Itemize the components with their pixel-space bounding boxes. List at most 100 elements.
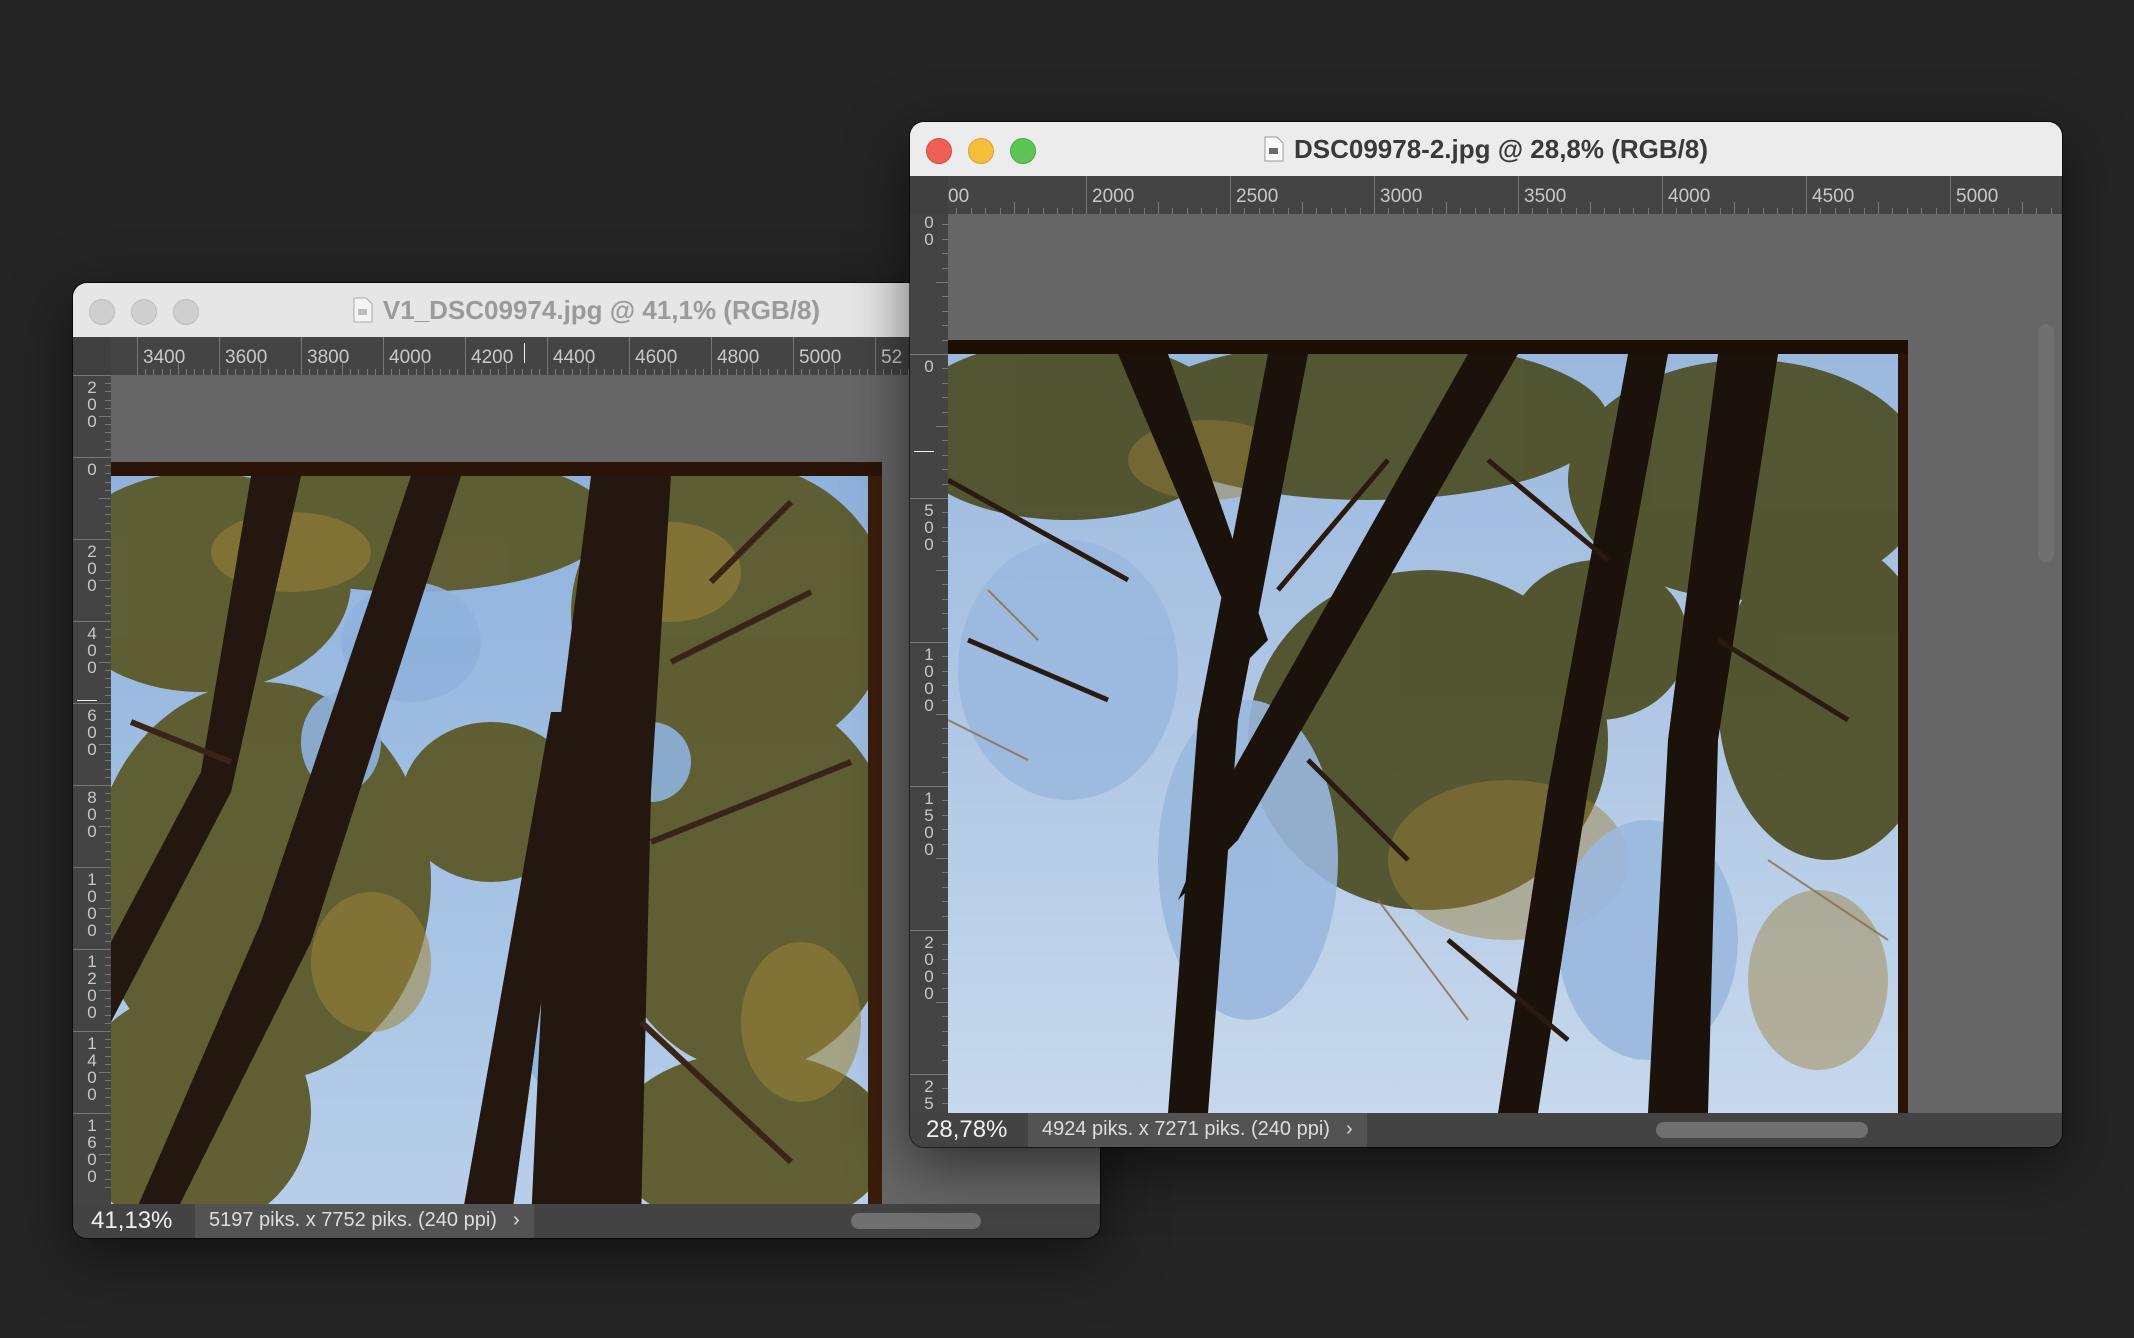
ruler-major-tick	[875, 337, 876, 375]
front-canvas[interactable]	[948, 214, 2062, 1113]
front-window-traffic-lights	[926, 138, 1036, 164]
ruler-minor-tick	[99, 416, 111, 417]
ruler-label: 1500	[924, 789, 934, 859]
ruler-minor-tick	[1734, 202, 1735, 214]
ruler-major-tick	[73, 1113, 111, 1114]
zoom-level[interactable]: 41,13%	[91, 1204, 172, 1238]
ruler-major-tick	[711, 337, 712, 375]
vertical-ruler[interactable]: 200 0 200 400 600 800 1000 1200 1400 1600	[73, 375, 111, 1204]
vertical-ruler[interactable]: 000500100015002000250	[910, 214, 948, 1113]
front-status-bar: 28,78% 4924 piks. x 7271 piks. (240 ppi)…	[910, 1113, 2062, 1147]
ruler-label: 1400	[87, 1034, 97, 1104]
back-window-title: V1_DSC09974.jpg @ 41,1% (RGB/8)	[382, 294, 821, 325]
document-info-text: 5197 piks. x 7752 piks. (240 ppi)	[209, 1209, 497, 1231]
ruler-minor-tick	[2022, 202, 2023, 214]
ruler-minor-tick	[99, 826, 111, 827]
horizontal-scrollbar[interactable]	[851, 1213, 981, 1229]
document-info[interactable]: 5197 piks. x 7752 piks. (240 ppi) ›	[195, 1204, 534, 1238]
ruler-label: 200	[87, 378, 97, 431]
ruler-minor-tick	[834, 363, 835, 375]
ruler-label: 2500	[1236, 186, 1279, 207]
ruler-minor-tick	[936, 282, 948, 283]
ruler-label: 250	[924, 1077, 934, 1113]
tree-photo	[111, 462, 882, 1204]
ruler-major-tick	[1950, 176, 1951, 214]
ruler-major-tick	[465, 337, 466, 375]
ruler-major-tick	[73, 949, 111, 950]
ruler-label: 1600	[87, 1116, 97, 1186]
ruler-label: 600	[87, 706, 97, 759]
document-image	[948, 340, 1908, 1113]
zoom-button[interactable]	[173, 299, 199, 325]
ruler-major-tick	[910, 930, 948, 931]
ruler-label: 400	[87, 624, 97, 677]
ruler-minor-tick	[752, 363, 753, 375]
ruler-major-tick	[301, 337, 302, 375]
horizontal-ruler[interactable]: 00 2000 2500 3000 3500 4000 4500 5000	[910, 176, 2062, 214]
ruler-minor-tick	[936, 1002, 948, 1003]
ruler-major-tick	[73, 621, 111, 622]
close-button[interactable]	[89, 299, 115, 325]
ruler-label: 200	[87, 542, 97, 595]
ruler-label: 3000	[1380, 186, 1423, 207]
document-icon	[1264, 136, 1284, 162]
ruler-label: 0	[924, 357, 934, 376]
minimize-button[interactable]	[968, 138, 994, 164]
ruler-major-tick	[910, 498, 948, 499]
ruler-minor-tick	[1590, 202, 1591, 214]
ruler-label: 00	[924, 214, 934, 249]
ruler-minor-tick	[1014, 202, 1015, 214]
ruler-origin[interactable]	[910, 176, 948, 214]
ruler-cursor-marker	[914, 451, 934, 452]
ruler-major-tick	[910, 354, 948, 355]
ruler-minor-tick	[936, 570, 948, 571]
ruler-minor-tick	[506, 363, 507, 375]
ruler-label: 2000	[1092, 186, 1135, 207]
ruler-origin[interactable]	[73, 337, 111, 375]
ruler-label: 1000	[924, 645, 934, 715]
horizontal-scrollbar[interactable]	[1656, 1122, 1868, 1138]
close-button[interactable]	[926, 138, 952, 164]
ruler-major-tick	[793, 337, 794, 375]
ruler-major-tick	[1086, 176, 1087, 214]
ruler-minor-tick	[1446, 202, 1447, 214]
ruler-minor-tick	[1878, 202, 1879, 214]
ruler-major-tick	[910, 1074, 948, 1075]
ruler-minor-tick	[1158, 202, 1159, 214]
ruler-label: 4500	[1812, 186, 1855, 207]
zoom-button[interactable]	[1010, 138, 1036, 164]
ruler-label: 1200	[87, 952, 97, 1022]
document-image	[111, 462, 882, 1204]
vertical-scrollbar[interactable]	[2038, 324, 2054, 562]
front-window-titlebar[interactable]: DSC09978-2.jpg @ 28,8% (RGB/8)	[910, 122, 2062, 176]
minimize-button[interactable]	[131, 299, 157, 325]
ruler-minor-tick	[99, 744, 111, 745]
ruler-label: 800	[87, 788, 97, 841]
ruler-minor-tick	[670, 363, 671, 375]
ruler-major-tick	[137, 337, 138, 375]
ruler-major-tick	[1662, 176, 1663, 214]
ruler-major-tick	[219, 337, 220, 375]
ruler-minor-tick	[260, 363, 261, 375]
ruler-major-tick	[910, 642, 948, 643]
ruler-major-tick	[73, 703, 111, 704]
ruler-minor-tick	[936, 714, 948, 715]
back-status-bar: 41,13% 5197 piks. x 7752 piks. (240 ppi)…	[73, 1204, 1100, 1238]
ruler-label: 2000	[924, 933, 934, 1003]
document-info[interactable]: 4924 piks. x 7271 piks. (240 ppi) ›	[1028, 1113, 1367, 1147]
document-info-text: 4924 piks. x 7271 piks. (240 ppi)	[1042, 1118, 1330, 1140]
ruler-major-tick	[383, 337, 384, 375]
zoom-level[interactable]: 28,78%	[926, 1113, 1007, 1147]
ruler-minor-tick	[588, 363, 589, 375]
front-document-window[interactable]: DSC09978-2.jpg @ 28,8% (RGB/8) 00 2000 250…	[910, 122, 2062, 1147]
ruler-minor-tick	[99, 662, 111, 663]
ruler-major-tick	[1518, 176, 1519, 214]
ruler-label: 00	[948, 186, 970, 207]
chevron-right-icon[interactable]: ›	[513, 1209, 520, 1231]
ruler-major-tick	[73, 867, 111, 868]
document-icon	[353, 297, 373, 323]
ruler-minor-tick	[99, 498, 111, 499]
ruler-major-tick	[73, 375, 111, 376]
ruler-label: 1000	[87, 870, 97, 940]
chevron-right-icon[interactable]: ›	[1346, 1118, 1353, 1140]
